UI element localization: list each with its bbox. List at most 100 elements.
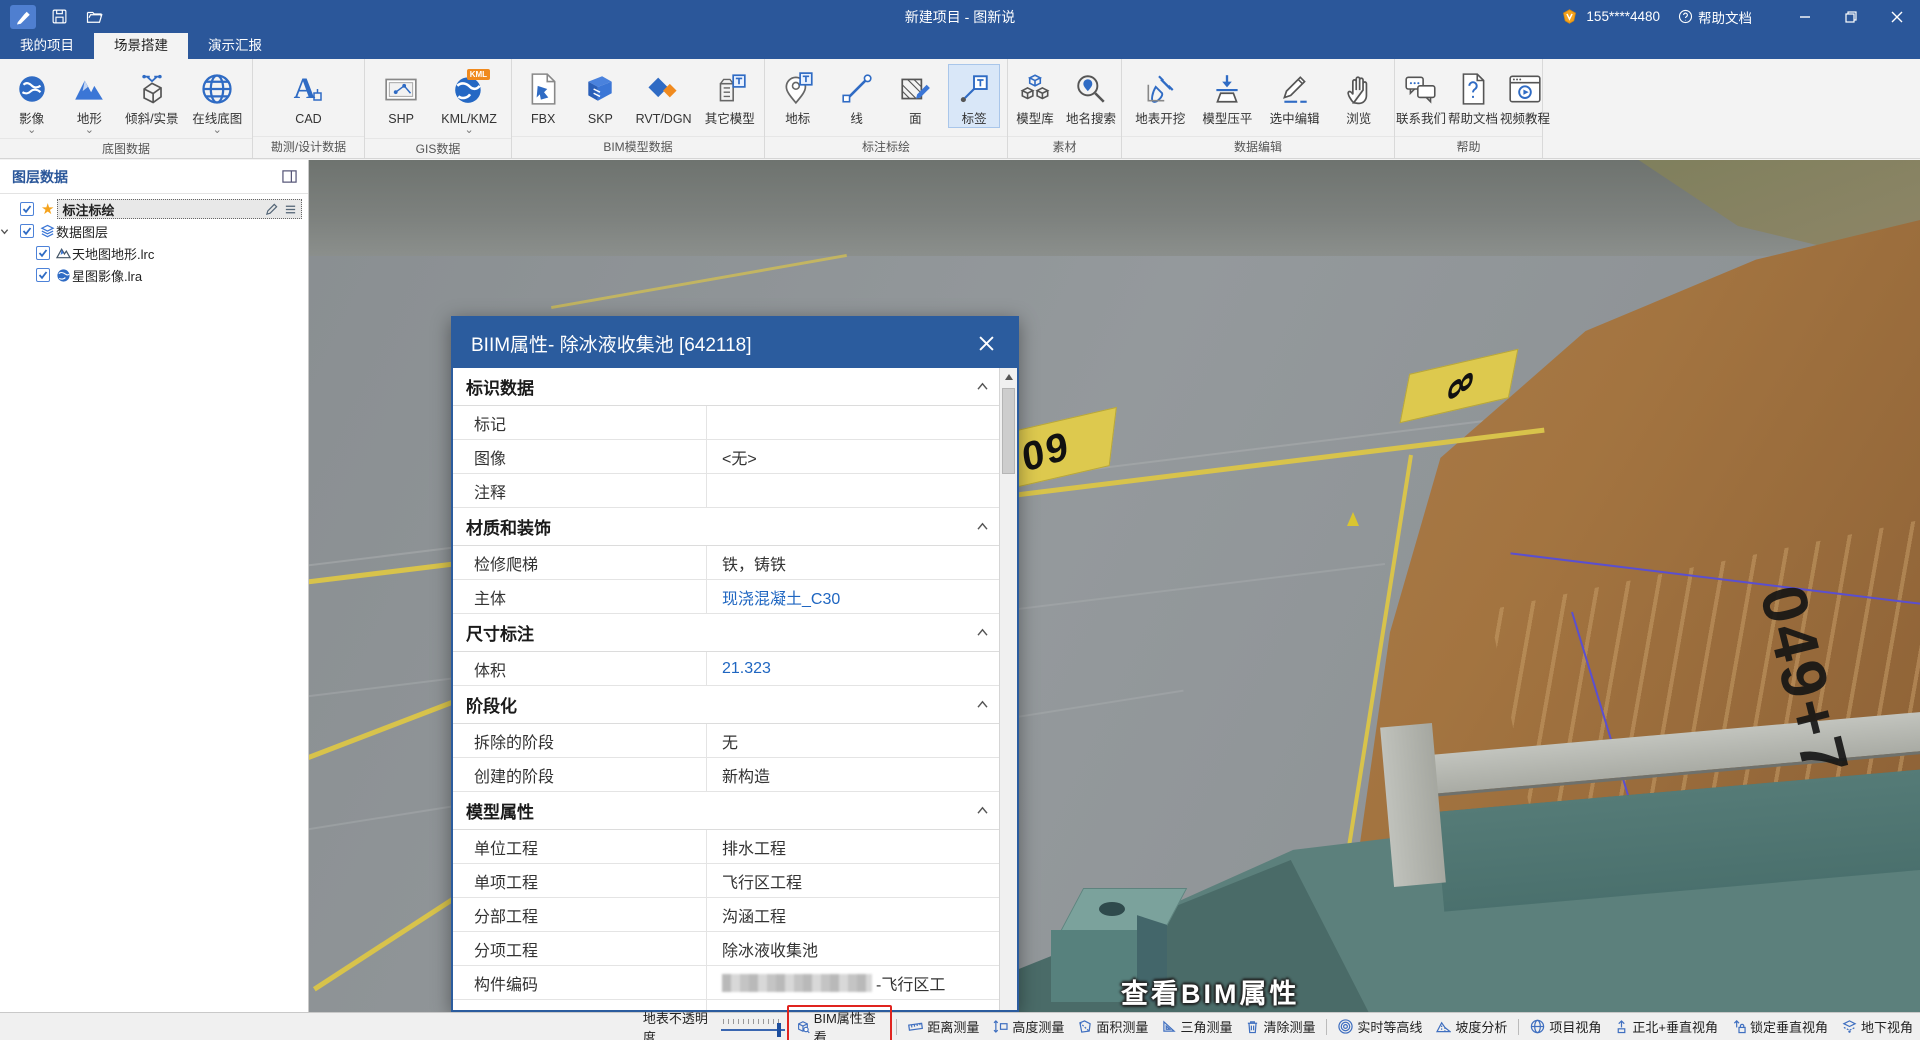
rename-pencil-icon[interactable] bbox=[265, 203, 278, 216]
close-button[interactable] bbox=[1874, 0, 1920, 33]
polygon-button[interactable]: 面 bbox=[889, 64, 941, 128]
layer-row-terrain[interactable]: 天地图地形.lrc bbox=[0, 242, 308, 264]
label-tag-icon bbox=[957, 67, 991, 111]
property-row[interactable]: 拆除的阶段 无 bbox=[453, 724, 999, 758]
ribbon-group-assets: 模型库 地名搜索 素材 bbox=[1008, 59, 1122, 158]
height-measure-button[interactable]: 高度测量 bbox=[993, 1017, 1064, 1036]
section-header-materials[interactable]: 材质和装饰 bbox=[453, 508, 999, 546]
chevron-up-icon[interactable] bbox=[976, 628, 989, 637]
line-button[interactable]: 线 bbox=[831, 64, 883, 128]
layers-group-icon bbox=[38, 224, 56, 239]
redacted-code bbox=[722, 974, 872, 992]
tab-my-projects[interactable]: 我的项目 bbox=[0, 33, 94, 59]
opacity-label: 地表不透明度 bbox=[643, 1008, 715, 1040]
dialog-scrollbar[interactable] bbox=[999, 368, 1017, 1012]
section-header-phasing[interactable]: 阶段化 bbox=[453, 686, 999, 724]
property-row[interactable]: 分项工程 除冰液收集池 bbox=[453, 932, 999, 966]
clear-measure-button[interactable]: 清除测量 bbox=[1246, 1017, 1315, 1036]
expand-chevron-icon[interactable] bbox=[0, 227, 16, 236]
tab-presentation[interactable]: 演示汇报 bbox=[188, 33, 282, 59]
place-search-icon bbox=[1074, 67, 1108, 111]
distance-measure-button[interactable]: 距离测量 bbox=[908, 1017, 979, 1036]
lock-vertical-view-button[interactable]: 锁定垂直视角 bbox=[1732, 1017, 1828, 1036]
property-row[interactable]: 构件编码 -飞行区工 bbox=[453, 966, 999, 1000]
layer-row-imagery[interactable]: 星图影像.lra bbox=[0, 264, 308, 286]
help-doc-link[interactable]: 帮助文档 bbox=[1678, 7, 1752, 27]
contact-us-button[interactable]: 联系我们 bbox=[1395, 64, 1447, 128]
chevron-up-icon[interactable] bbox=[976, 806, 989, 815]
placemark-button[interactable]: 地标 bbox=[772, 64, 824, 128]
user-id[interactable]: 155****4480 bbox=[1586, 9, 1660, 24]
property-row[interactable]: 注释 bbox=[453, 474, 999, 508]
shp-button[interactable]: SHP bbox=[375, 64, 427, 128]
label-button[interactable]: 标签 bbox=[948, 64, 1000, 128]
property-row[interactable]: 单项工程 飞行区工程 bbox=[453, 864, 999, 898]
section-header-identity[interactable]: 标识数据 bbox=[453, 368, 999, 406]
layer-row-annotation[interactable]: ★ 标注标绘 bbox=[0, 198, 308, 220]
section-header-dimensions[interactable]: 尺寸标注 bbox=[453, 614, 999, 652]
scroll-up-icon[interactable] bbox=[1000, 368, 1017, 386]
triangle-measure-button[interactable]: 三角测量 bbox=[1162, 1017, 1232, 1036]
browse-button[interactable]: 浏览 bbox=[1333, 64, 1385, 128]
area-measure-button[interactable]: 面积测量 bbox=[1078, 1017, 1148, 1036]
cad-button[interactable]: A CAD bbox=[283, 64, 335, 128]
fbx-button[interactable]: FBX bbox=[517, 64, 569, 128]
property-row[interactable]: 检修爬梯 铁，铸铁 bbox=[453, 546, 999, 580]
checkbox-checked[interactable] bbox=[20, 202, 34, 216]
bim-property-view-button[interactable]: BIM属性查看 bbox=[787, 1005, 893, 1040]
chevron-up-icon[interactable] bbox=[976, 700, 989, 709]
property-row[interactable]: 标记 bbox=[453, 406, 999, 440]
terrain-button[interactable]: 地形 ⌄ bbox=[63, 64, 115, 138]
layer-menu-icon[interactable] bbox=[284, 203, 297, 216]
terrain-dig-button[interactable]: 地表开挖 bbox=[1131, 64, 1189, 128]
tab-scene-build[interactable]: 场景搭建 bbox=[94, 33, 188, 59]
slope-analysis-button[interactable]: 坡度分析 bbox=[1436, 1017, 1507, 1036]
imagery-button[interactable]: 影像 ⌄ bbox=[6, 64, 58, 138]
online-basemap-button[interactable]: 在线底图 ⌄ bbox=[188, 64, 246, 138]
property-row[interactable]: 单位工程 排水工程 bbox=[453, 830, 999, 864]
slider-handle[interactable] bbox=[777, 1023, 781, 1037]
slider-track[interactable] bbox=[721, 1029, 785, 1031]
restore-button[interactable] bbox=[1828, 0, 1874, 33]
property-row[interactable]: 图像 <无> bbox=[453, 440, 999, 474]
model-library-button[interactable]: 模型库 bbox=[1009, 64, 1061, 128]
scrollbar-thumb[interactable] bbox=[1002, 388, 1015, 474]
ribbon-group-bim-models: FBX SKP RVT/DGN bbox=[512, 59, 765, 158]
save-button[interactable] bbox=[46, 5, 72, 29]
property-row[interactable]: 主体 现浇混凝土_C30 bbox=[453, 580, 999, 614]
realtime-contour-button[interactable]: 实时等高线 bbox=[1338, 1017, 1422, 1036]
north-vertical-view-button[interactable]: 正北+垂直视角 bbox=[1615, 1017, 1718, 1036]
place-search-button[interactable]: 地名搜索 bbox=[1062, 64, 1120, 128]
chevron-up-icon[interactable] bbox=[976, 382, 989, 391]
other-model-button[interactable]: 其它模型 bbox=[701, 64, 759, 128]
button-label: 地标 bbox=[785, 111, 810, 127]
open-folder-button[interactable] bbox=[82, 5, 108, 29]
collapse-panel-icon[interactable] bbox=[281, 169, 298, 184]
selected-layer-box[interactable]: 标注标绘 bbox=[57, 199, 302, 219]
slider-ticks bbox=[723, 1019, 781, 1024]
layer-row-data-group[interactable]: 数据图层 bbox=[0, 220, 308, 242]
oblique-photography-button[interactable]: 倾斜/实景 bbox=[121, 64, 182, 128]
project-view-button[interactable]: 项目视角 bbox=[1530, 1017, 1601, 1036]
dialog-close-icon[interactable] bbox=[971, 328, 1001, 358]
kml-kmz-button[interactable]: KML KML/KMZ ⌄ bbox=[437, 64, 501, 138]
help-doc-button[interactable]: 帮助文档 bbox=[1447, 64, 1499, 128]
property-row[interactable]: 创建的阶段 新构造 bbox=[453, 758, 999, 792]
checkbox-checked[interactable] bbox=[36, 268, 50, 282]
checkbox-checked[interactable] bbox=[20, 224, 34, 238]
underground-view-button[interactable]: 地下视角 bbox=[1842, 1017, 1913, 1036]
property-row[interactable]: 体积 21.323 bbox=[453, 652, 999, 686]
model-flatten-button[interactable]: 模型压平 bbox=[1198, 64, 1256, 128]
minimize-button[interactable] bbox=[1782, 0, 1828, 33]
dialog-title-bar[interactable]: BIIM属性- 除冰液收集池 [642118] bbox=[453, 318, 1017, 368]
skp-button[interactable]: SKP bbox=[574, 64, 626, 128]
section-header-model-props[interactable]: 模型属性 bbox=[453, 792, 999, 830]
rvt-dgn-button[interactable]: RVT/DGN bbox=[632, 64, 696, 128]
select-edit-button[interactable]: 选中编辑 bbox=[1266, 64, 1324, 128]
help-document-icon bbox=[1458, 67, 1488, 111]
checkbox-checked[interactable] bbox=[36, 246, 50, 260]
opacity-slider[interactable] bbox=[721, 1018, 780, 1036]
chevron-up-icon[interactable] bbox=[976, 522, 989, 531]
triangle-ruler-icon bbox=[1162, 1020, 1176, 1033]
property-row[interactable]: 分部工程 沟涵工程 bbox=[453, 898, 999, 932]
